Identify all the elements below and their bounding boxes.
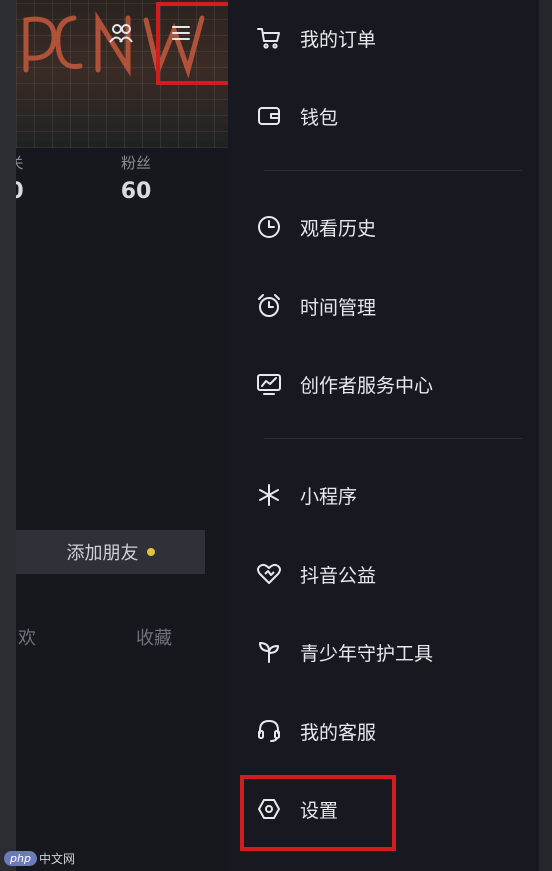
watermark: php 中文网 — [4, 848, 75, 868]
menu-item-label: 我的订单 — [300, 28, 377, 51]
clock-icon — [258, 216, 280, 238]
cart-icon — [257, 28, 280, 49]
watermark-text: 中文网 — [38, 851, 75, 866]
menu-item-orders[interactable]: 我的订单 — [256, 18, 526, 58]
menu-item-watch-history[interactable]: 观看历史 — [256, 207, 526, 247]
menu-item-settings[interactable]: 设置 — [256, 789, 526, 829]
alarm-clock-icon — [258, 294, 280, 317]
menu-button-highlight — [156, 2, 228, 85]
headset-icon — [258, 720, 280, 742]
menu-divider — [264, 438, 522, 439]
following-stat[interactable]: 关 0 — [16, 152, 36, 204]
settings-hexagon-icon — [258, 799, 280, 819]
profile-page: 关 0 粉丝 60 添加朋友 欢 收藏 — [16, 0, 228, 871]
right-edge-strip — [539, 0, 552, 871]
friends-icon[interactable] — [108, 20, 134, 46]
add-friend-label: 添加朋友 — [66, 543, 139, 564]
asterisk-icon — [259, 484, 279, 506]
side-drawer: 我的订单 钱包 观看历史 时间管理 创作者服务中心 小程序 抖音公益 青少年守护… — [228, 0, 539, 871]
wallet-icon — [258, 107, 280, 125]
fans-count: 60 — [120, 179, 152, 204]
heart-icon — [257, 563, 281, 584]
menu-divider — [264, 170, 522, 171]
menu-item-charity[interactable]: 抖音公益 — [256, 554, 526, 594]
sprout-icon — [259, 642, 279, 663]
tab-likes[interactable]: 欢 — [18, 624, 36, 650]
following-count: 0 — [16, 179, 36, 204]
add-friend-button[interactable]: 添加朋友 — [16, 530, 205, 574]
notification-dot — [146, 548, 155, 556]
menu-item-label: 我的客服 — [300, 721, 377, 744]
menu-item-creator-center[interactable]: 创作者服务中心 — [256, 364, 526, 404]
menu-item-customer-service[interactable]: 我的客服 — [256, 711, 526, 751]
tab-favorites[interactable]: 收藏 — [136, 624, 172, 650]
menu-item-label: 设置 — [300, 799, 339, 822]
menu-item-youth-protection[interactable]: 青少年守护工具 — [256, 632, 526, 672]
menu-item-label: 时间管理 — [300, 296, 377, 319]
fans-stat[interactable]: 粉丝 60 — [108, 152, 164, 204]
menu-item-label: 抖音公益 — [300, 564, 377, 587]
menu-item-label: 小程序 — [300, 485, 358, 508]
menu-item-label: 钱包 — [300, 106, 339, 129]
following-label: 关 — [16, 152, 36, 173]
app-screen: 关 0 粉丝 60 添加朋友 欢 收藏 我的订单 — [0, 0, 552, 871]
menu-item-label: 观看历史 — [300, 217, 377, 240]
menu-item-label: 青少年守护工具 — [300, 642, 434, 665]
watermark-badge: php — [4, 850, 37, 866]
left-edge-strip — [0, 0, 16, 871]
fans-label: 粉丝 — [120, 154, 151, 172]
menu-item-mini-programs[interactable]: 小程序 — [256, 475, 526, 515]
menu-item-wallet[interactable]: 钱包 — [256, 96, 526, 136]
chart-monitor-icon — [257, 374, 281, 395]
menu-item-label: 创作者服务中心 — [300, 374, 434, 397]
menu-item-time-management[interactable]: 时间管理 — [256, 286, 526, 326]
